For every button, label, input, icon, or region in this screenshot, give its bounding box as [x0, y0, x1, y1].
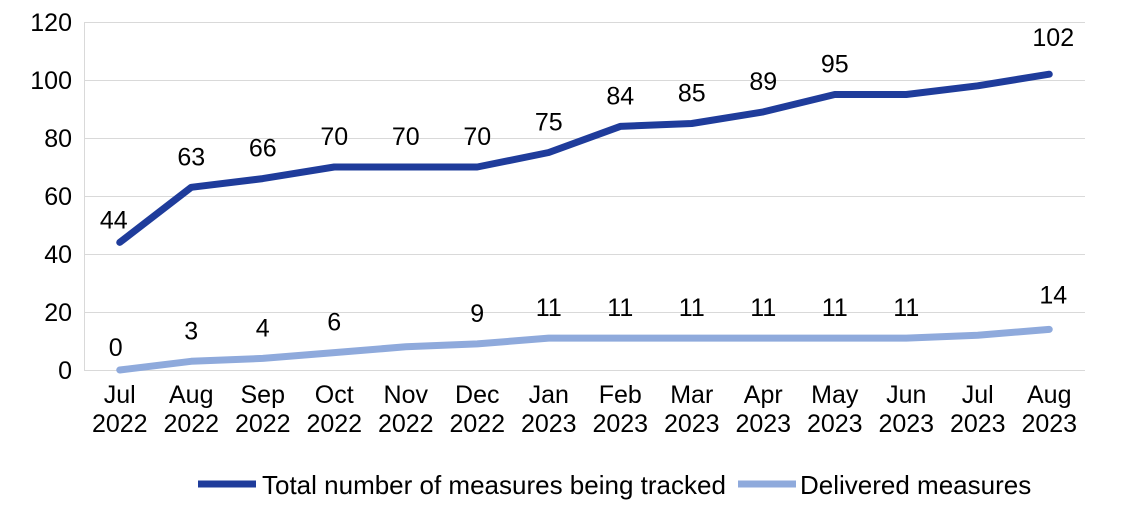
data-label: 70	[463, 123, 491, 151]
x-axis-month-label: Jun	[886, 381, 926, 409]
y-axis-tick-label: 80	[44, 125, 72, 153]
data-label: 4	[256, 314, 270, 342]
x-axis-year-label: 2023	[521, 410, 577, 438]
x-axis-year-label: 2022	[306, 410, 362, 438]
data-label: 6	[327, 309, 341, 337]
data-label: 70	[392, 123, 420, 151]
y-axis-tick-label: 120	[30, 9, 72, 37]
data-label: 66	[249, 135, 277, 163]
data-labels: 44 63 66 70 70 70 75 84 85 89 95 102 0 3 4 6 9 11 11 11 11 11…	[100, 24, 1074, 362]
x-axis-year-label: 2022	[92, 410, 148, 438]
x-axis-month-label: Mar	[670, 381, 713, 409]
data-label: 84	[606, 82, 634, 110]
data-label: 0	[109, 334, 123, 362]
y-axis-tick-label: 60	[44, 183, 72, 211]
data-label: 11	[893, 294, 919, 322]
data-label: 70	[320, 123, 348, 151]
legend-label-1: Total number of measures being tracked	[262, 470, 726, 500]
x-axis-year-label: 2022	[163, 410, 219, 438]
x-axis-month-label: May	[811, 381, 859, 409]
chart-legend: Total number of measures being tracked De…	[198, 470, 1031, 500]
x-axis-year-label: 2023	[878, 410, 934, 438]
y-axis-tick-label: 40	[44, 241, 72, 269]
x-axis-year-label: 2022	[235, 410, 291, 438]
x-axis-month-label: Apr	[744, 381, 783, 409]
x-axis-year-label: 2023	[735, 410, 791, 438]
data-label: 9	[470, 300, 484, 328]
x-axis-month-label: Sep	[241, 381, 285, 409]
x-axis-year-label: 2023	[1021, 410, 1077, 438]
x-axis-month-label: Aug	[169, 381, 213, 409]
x-axis-year-label: 2022	[449, 410, 505, 438]
data-label: 14	[1039, 281, 1067, 309]
data-label: 75	[535, 109, 563, 137]
y-axis-tick-label: 0	[58, 357, 72, 385]
chart-canvas: 020406080100120 Jul2022Aug2022Sep2022Oct…	[30, 9, 1085, 500]
gridlines	[84, 22, 1085, 371]
y-axis-tick-labels: 0 20 40 60 80 100 120	[30, 9, 72, 385]
data-label: 11	[822, 294, 848, 322]
data-label: 11	[750, 294, 776, 322]
data-label: 89	[749, 68, 777, 96]
y-axis-tick-label: 100	[30, 67, 72, 95]
x-axis-year-label: 2023	[664, 410, 720, 438]
legend-label-2: Delivered measures	[800, 470, 1031, 500]
line-chart: 0 20 40 60 80 100 120 Jul 2022 Aug 2022 Sep 2022 Oct…	[0, 0, 1135, 512]
data-label: 85	[678, 80, 706, 108]
x-axis-month-label: Dec	[455, 381, 499, 409]
data-label: 3	[184, 317, 198, 345]
x-axis-month-label: Jul	[104, 381, 136, 409]
data-label: 11	[679, 294, 705, 322]
x-axis-month-label: Jan	[529, 381, 569, 409]
x-axis-month-label: Aug	[1027, 381, 1071, 409]
data-label: 95	[821, 51, 849, 79]
data-label: 11	[607, 294, 633, 322]
x-axis-month-label: Jul	[962, 381, 994, 409]
x-axis-month-label: Feb	[599, 381, 642, 409]
x-axis-year-label: 2023	[807, 410, 863, 438]
x-axis-category-labels: Jul2022Aug2022Sep2022Oct2022Nov2022Dec20…	[92, 381, 1077, 438]
data-label: 44	[100, 206, 128, 234]
x-axis-month-label: Nov	[384, 381, 429, 409]
y-axis-tick-label: 20	[44, 299, 72, 327]
data-label: 11	[536, 294, 562, 322]
x-axis-year-label: 2022	[378, 410, 434, 438]
data-label: 102	[1032, 24, 1074, 52]
data-label: 63	[177, 143, 205, 171]
x-axis-year-label: 2023	[950, 410, 1006, 438]
x-axis-month-label: Oct	[315, 381, 354, 409]
x-axis-year-label: 2023	[592, 410, 648, 438]
